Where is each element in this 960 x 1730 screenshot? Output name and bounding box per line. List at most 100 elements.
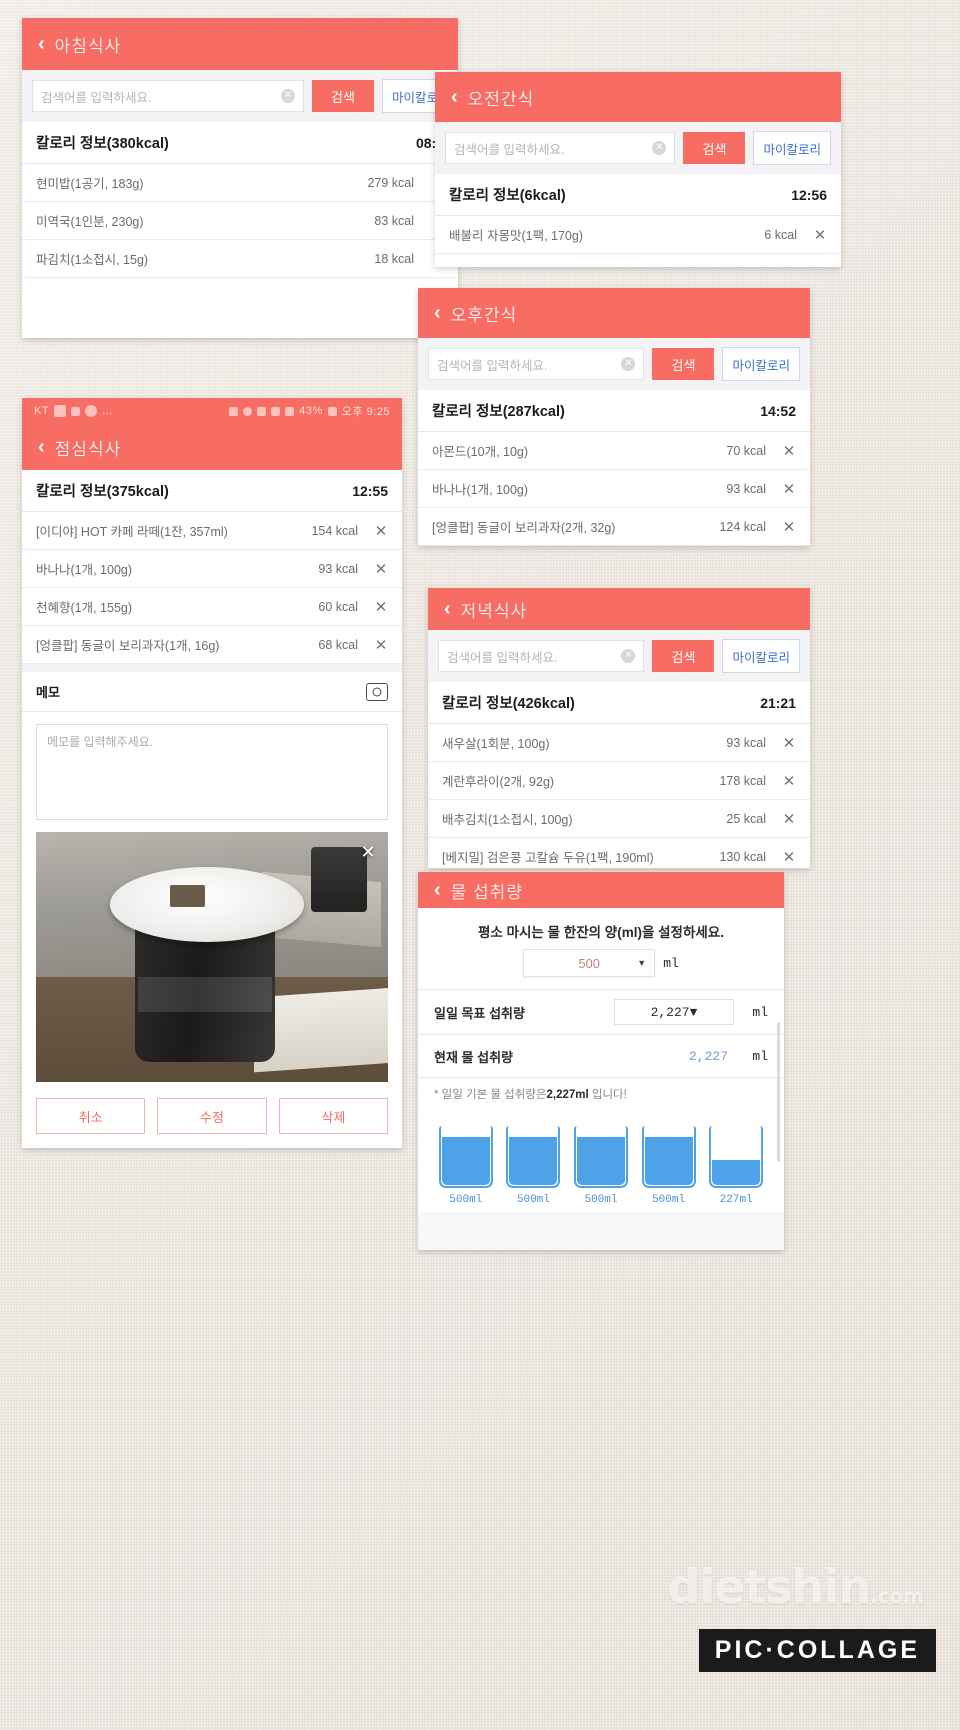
search-input[interactable]: 검색어를 입력하세요. ✕ bbox=[438, 640, 645, 672]
glass-item[interactable]: 500ml bbox=[573, 1126, 628, 1206]
search-input[interactable]: 검색어를 입력하세요. ✕ bbox=[32, 80, 304, 112]
current-intake-row: 현재 물 섭취량 2,227 ml bbox=[418, 1034, 784, 1077]
delete-icon[interactable]: ✕ bbox=[782, 480, 796, 498]
glass-item[interactable]: 227ml bbox=[709, 1126, 764, 1206]
table-row[interactable]: 천혜향(1개, 155g) 60 kcal ✕ bbox=[22, 588, 402, 626]
dietshin-domain: .com bbox=[869, 1584, 924, 1608]
meal-time: 21:21 bbox=[760, 694, 796, 711]
clear-icon[interactable]: ✕ bbox=[621, 649, 636, 663]
delete-button[interactable]: 삭제 bbox=[278, 1098, 388, 1134]
table-row[interactable]: 바나나(1개, 100g) 93 kcal ✕ bbox=[22, 550, 402, 588]
dinner-title: 저녁식사 bbox=[460, 601, 528, 621]
breakfast-title: 아침식사 bbox=[54, 36, 122, 56]
back-icon[interactable]: ‹ bbox=[418, 303, 451, 323]
back-icon[interactable]: ‹ bbox=[22, 34, 55, 54]
glass-icon bbox=[438, 1126, 493, 1188]
clear-icon[interactable]: ✕ bbox=[621, 357, 636, 371]
mycalorie-button[interactable]: 마이칼로리 bbox=[753, 131, 831, 165]
delete-icon[interactable]: ✕ bbox=[374, 636, 388, 654]
table-row[interactable]: 아몬드(10개, 10g) 70 kcal ✕ bbox=[418, 432, 810, 470]
food-name: 현미밥(1공기, 183g) bbox=[36, 177, 144, 191]
wifi-icon bbox=[271, 406, 281, 416]
table-row[interactable]: [베지밀] 검은콩 고칼슘 두유(1팩, 190ml) 130 kcal ✕ bbox=[428, 838, 810, 868]
table-row[interactable]: 미역국(1인분, 230g) 83 kcal › bbox=[22, 202, 458, 240]
camera-icon[interactable] bbox=[366, 682, 388, 701]
search-button[interactable]: 검색 bbox=[311, 80, 374, 112]
table-row[interactable]: 새우살(1회분, 100g) 93 kcal ✕ bbox=[428, 724, 810, 762]
delete-icon[interactable]: ✕ bbox=[813, 226, 827, 244]
chevron-down-icon[interactable]: ▼ bbox=[637, 958, 646, 968]
food-name: 천혜향(1개, 155g) bbox=[36, 601, 133, 615]
table-row[interactable]: [엉클팝] 동글이 보리과자(1개, 16g) 68 kcal ✕ bbox=[22, 626, 402, 664]
food-name: [이디야] HOT 카페 라떼(1잔, 357ml) bbox=[36, 525, 228, 539]
photo-close-icon[interactable]: ✕ bbox=[356, 840, 380, 864]
delete-icon[interactable]: ✕ bbox=[374, 598, 388, 616]
food-kcal: 83 kcal bbox=[374, 213, 414, 228]
afternoon-snack-appbar: ‹ 오후간식 bbox=[418, 288, 810, 338]
mycalorie-button[interactable]: 마이칼로리 bbox=[722, 639, 800, 673]
current-intake-label: 현재 물 섭취량 bbox=[434, 1049, 513, 1065]
back-icon[interactable]: ‹ bbox=[22, 437, 55, 457]
current-intake-unit: ml bbox=[752, 1048, 768, 1064]
photo-cup-band bbox=[138, 977, 272, 1012]
table-row[interactable]: 배불리 자몽맛(1팩, 170g) 6 kcal ✕ bbox=[435, 216, 841, 254]
table-row[interactable]: 바나나(1개, 100g) 93 kcal ✕ bbox=[418, 470, 810, 508]
back-icon[interactable]: ‹ bbox=[428, 599, 461, 619]
water-note-suffix: 입니다! bbox=[588, 1089, 627, 1101]
table-row[interactable]: [이디야] HOT 카페 라떼(1잔, 357ml) 154 kcal ✕ bbox=[22, 512, 402, 550]
food-name: 배불리 자몽맛(1팩, 170g) bbox=[449, 229, 584, 243]
food-kcal: 18 kcal bbox=[374, 251, 414, 266]
search-placeholder: 검색어를 입력하세요. bbox=[41, 90, 152, 105]
food-name: 배추김치(1소접시, 100g) bbox=[442, 813, 573, 827]
dinner-appbar: ‹ 저녁식사 bbox=[428, 588, 810, 630]
delete-icon[interactable]: ✕ bbox=[782, 518, 796, 536]
water-note-prefix: * 일일 기본 물 섭취량은 bbox=[434, 1089, 547, 1101]
table-row[interactable]: 파김치(1소접시, 15g) 18 kcal › bbox=[22, 240, 458, 278]
search-button[interactable]: 검색 bbox=[652, 348, 715, 380]
daily-goal-select[interactable]: 2,227 ▼ bbox=[614, 999, 734, 1025]
food-kcal: 93 kcal bbox=[726, 481, 766, 496]
table-row[interactable]: [엉클팝] 동글이 보리과자(2개, 32g) 124 kcal ✕ bbox=[418, 508, 810, 546]
table-row[interactable]: 계란후라이(2개, 92g) 178 kcal ✕ bbox=[428, 762, 810, 800]
back-icon[interactable]: ‹ bbox=[418, 880, 451, 900]
delete-icon[interactable]: ✕ bbox=[782, 442, 796, 460]
search-input[interactable]: 검색어를 입력하세요. ✕ bbox=[428, 348, 645, 380]
food-name: [베지밀] 검은콩 고칼슘 두유(1팩, 190ml) bbox=[442, 851, 654, 865]
image-icon bbox=[54, 405, 67, 417]
search-button[interactable]: 검색 bbox=[683, 132, 746, 164]
water-note-value: 2,227ml bbox=[546, 1089, 589, 1101]
delete-icon[interactable]: ✕ bbox=[374, 560, 388, 578]
memo-input[interactable]: 메모를 입력해주세요. bbox=[36, 724, 388, 820]
water-glasses: 500ml 500ml 500ml 500ml 227ml bbox=[418, 1112, 784, 1212]
delete-icon[interactable]: ✕ bbox=[782, 848, 796, 866]
glass-icon bbox=[573, 1126, 628, 1188]
cup-size-select[interactable]: 500 ▼ bbox=[523, 949, 656, 977]
table-row[interactable]: 배추김치(1소접시, 100g) 25 kcal ✕ bbox=[428, 800, 810, 838]
card-dinner: ‹ 저녁식사 검색어를 입력하세요. ✕ 검색 마이칼로리 칼로리 정보(426… bbox=[428, 588, 810, 868]
chevron-down-icon[interactable]: ▼ bbox=[690, 1005, 698, 1020]
search-button[interactable]: 검색 bbox=[652, 640, 715, 672]
food-kcal: 25 kcal bbox=[726, 811, 766, 826]
clear-icon[interactable]: ✕ bbox=[652, 141, 667, 155]
delete-icon[interactable]: ✕ bbox=[782, 810, 796, 828]
glass-item[interactable]: 500ml bbox=[506, 1126, 561, 1206]
delete-icon[interactable]: ✕ bbox=[374, 522, 388, 540]
delete-icon[interactable]: ✕ bbox=[782, 734, 796, 752]
back-icon[interactable]: ‹ bbox=[435, 87, 468, 107]
cancel-button[interactable]: 취소 bbox=[36, 1098, 146, 1134]
clock-icon bbox=[85, 405, 98, 417]
table-row[interactable]: 현미밥(1공기, 183g) 279 kcal › bbox=[22, 164, 458, 202]
delete-icon[interactable]: ✕ bbox=[782, 772, 796, 790]
card-breakfast: ‹ 아침식사 검색어를 입력하세요. ✕ 검색 마이칼로 칼로리 정보(380k… bbox=[22, 18, 458, 338]
glass-label: 500ml bbox=[516, 1194, 550, 1206]
scrollbar[interactable] bbox=[777, 1022, 780, 1162]
mycalorie-button[interactable]: 마이칼로리 bbox=[722, 347, 800, 381]
water-title: 물 섭취량 bbox=[450, 882, 523, 902]
search-input[interactable]: 검색어를 입력하세요. ✕ bbox=[445, 132, 676, 164]
glass-item[interactable]: 500ml bbox=[438, 1126, 493, 1206]
edit-button[interactable]: 수정 bbox=[157, 1098, 267, 1134]
clear-icon[interactable]: ✕ bbox=[280, 89, 295, 103]
hd-icon bbox=[257, 406, 267, 416]
daily-goal-label: 일일 목표 섭취량 bbox=[434, 1005, 525, 1021]
glass-item[interactable]: 500ml bbox=[641, 1126, 696, 1206]
